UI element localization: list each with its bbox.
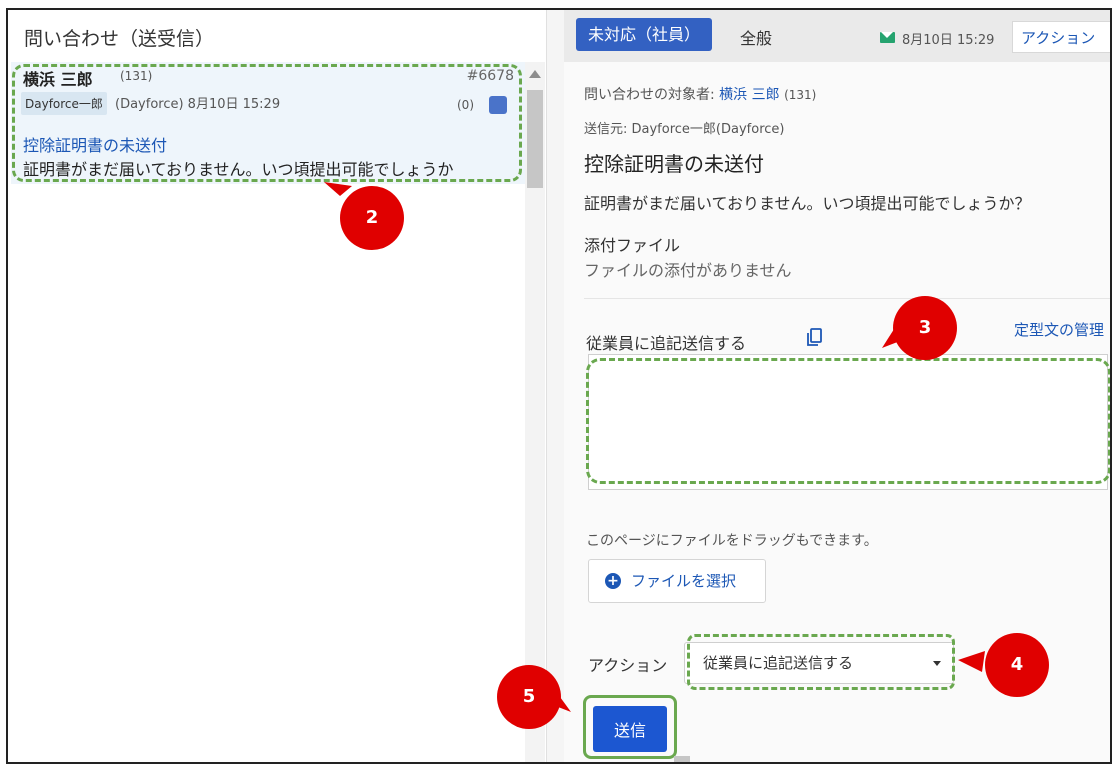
select-file-label: ファイルを選択: [631, 572, 737, 590]
attachments-label: 添付ファイル: [584, 236, 681, 255]
callout-3: 3: [893, 296, 957, 360]
inbox-title: 問い合わせ（送受信）: [24, 28, 215, 50]
detail-date: 8月10日 15:29: [902, 33, 995, 48]
action-select[interactable]: 従業員に追記送信する: [684, 642, 954, 684]
inbox-pane: 問い合わせ（送受信） 横浜 三郎 (131) #6678 Dayforce一郎 …: [8, 10, 546, 762]
action-menu-button[interactable]: アクション: [1012, 21, 1110, 53]
select-file-button[interactable]: + ファイルを選択: [588, 559, 766, 603]
action-label: アクション: [588, 656, 668, 675]
scroll-up-arrow-icon[interactable]: [529, 70, 541, 78]
detail-header: 未対応（社員） 全般 8月10日 15:29 アクション: [564, 10, 1110, 62]
detail-body: 証明書がまだ届いておりません。いつ頃提出可能でしょうか？: [584, 194, 1031, 213]
attachments-empty: ファイルの添付がありません: [584, 261, 792, 280]
message-list: 横浜 三郎 (131) #6678 Dayforce一郎 (Dayforce) …: [11, 62, 526, 762]
reply-label: 従業員に追記送信する: [586, 334, 747, 353]
target-count: (131): [784, 88, 817, 102]
callout-5: 5: [497, 665, 561, 729]
detail-subject: 控除証明書の未送付: [584, 152, 764, 176]
copy-icon[interactable]: [804, 326, 826, 348]
drag-hint: このページにファイルをドラッグもできます。: [586, 533, 878, 549]
app-window: 問い合わせ（送受信） 横浜 三郎 (131) #6678 Dayforce一郎 …: [6, 8, 1112, 764]
pane-divider[interactable]: [546, 10, 564, 762]
plus-circle-icon: +: [605, 573, 621, 589]
status-badge[interactable]: 未対応（社員）: [576, 18, 713, 51]
inquiry-target: 問い合わせの対象者: 横浜 三郎 (131): [584, 84, 816, 104]
reply-textarea[interactable]: [588, 354, 1108, 490]
caret-down-icon: [933, 661, 941, 666]
highlight-message: [12, 64, 522, 182]
sender-from: 送信元: Dayforce一郎(Dayforce): [584, 122, 785, 137]
action-selected-value: 従業員に追記送信する: [703, 654, 854, 672]
callout-4: 4: [985, 633, 1049, 697]
target-name-link[interactable]: 横浜 三郎: [719, 87, 779, 103]
target-label: 問い合わせの対象者:: [584, 87, 715, 103]
category-label: 全般: [740, 29, 773, 48]
send-button[interactable]: 送信: [593, 706, 667, 752]
divider: [584, 298, 1110, 299]
mail-icon: [880, 32, 895, 43]
scroll-thumb[interactable]: [527, 90, 543, 188]
inbox-scrollbar[interactable]: [525, 62, 545, 762]
template-manage-link[interactable]: 定型文の管理: [1014, 319, 1104, 340]
callout-2: 2: [340, 186, 404, 250]
bottom-scroll-thumb[interactable]: [674, 756, 690, 762]
